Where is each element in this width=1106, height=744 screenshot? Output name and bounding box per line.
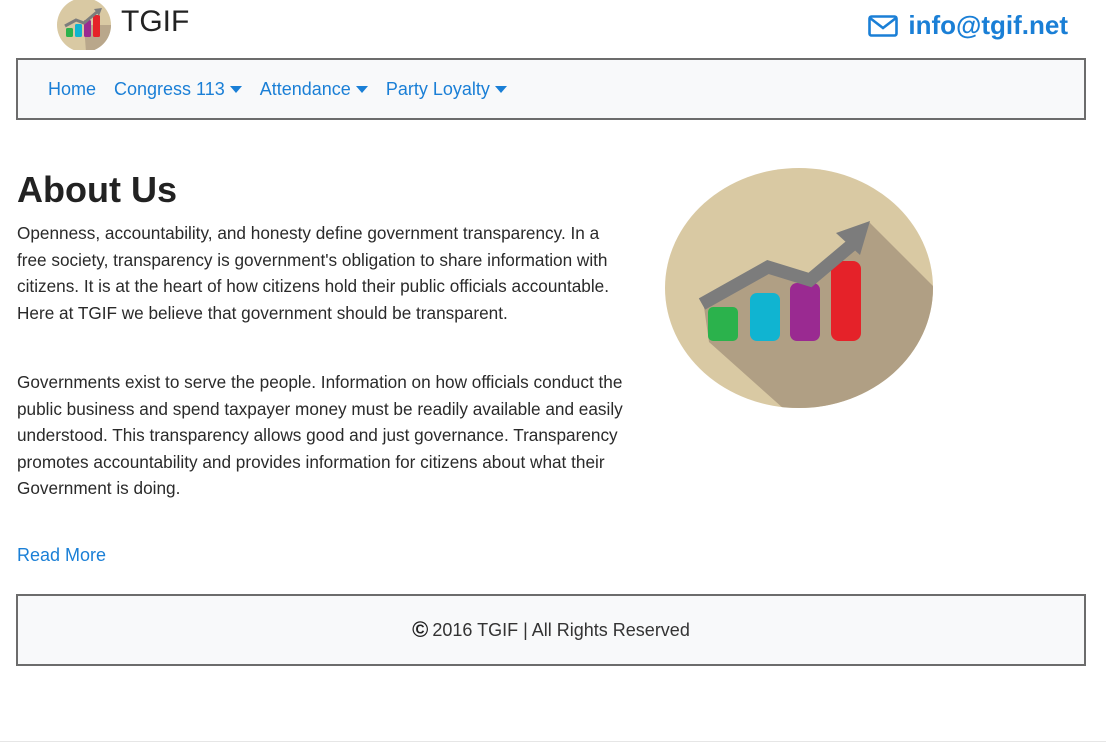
- nav-item-party-loyalty[interactable]: Party Loyalty: [386, 79, 507, 100]
- page: TGIF info@tgif.net Home Congress 113 Att…: [0, 0, 1106, 744]
- page-title: About Us: [17, 169, 177, 210]
- about-paragraph-2: Governments exist to serve the people. I…: [17, 372, 623, 498]
- nav-item-home[interactable]: Home: [48, 79, 96, 100]
- brand-name[interactable]: TGIF: [121, 5, 189, 39]
- nav-label-party-loyalty: Party Loyalty: [385, 78, 490, 99]
- email-address: info@tgif.net: [908, 10, 1068, 40]
- caret-down-icon: [229, 85, 242, 93]
- nav-item-congress-113[interactable]: Congress 113: [114, 79, 242, 100]
- nav-label-attendance: Attendance: [259, 78, 351, 99]
- nav-label-congress-113: Congress 113: [114, 78, 225, 99]
- nav-label-home: Home: [48, 78, 97, 99]
- growth-chart-illustration: [664, 167, 934, 409]
- site-footer: © 2016 TGIF | All Rights Reserved: [16, 594, 1086, 666]
- read-more-link[interactable]: Read More: [17, 545, 106, 566]
- copyright-icon: ©: [412, 617, 429, 642]
- caret-down-icon: [355, 85, 368, 93]
- about-paragraph-1: Openness, accountability, and honesty de…: [17, 223, 610, 323]
- site-header: TGIF info@tgif.net: [0, 0, 1106, 56]
- chart-growth-logo-icon[interactable]: [56, 0, 112, 52]
- main-navbar: Home Congress 113 Attendance Party Loyal…: [16, 58, 1086, 120]
- nav-item-attendance[interactable]: Attendance: [260, 79, 368, 100]
- bottom-divider: [0, 741, 1106, 742]
- caret-down-icon: [494, 85, 507, 93]
- nav-list: Home Congress 113 Attendance Party Loyal…: [18, 60, 1084, 118]
- envelope-icon: [868, 14, 899, 37]
- footer-text: 2016 TGIF | All Rights Reserved: [432, 619, 690, 640]
- email-link[interactable]: info@tgif.net: [868, 10, 1068, 41]
